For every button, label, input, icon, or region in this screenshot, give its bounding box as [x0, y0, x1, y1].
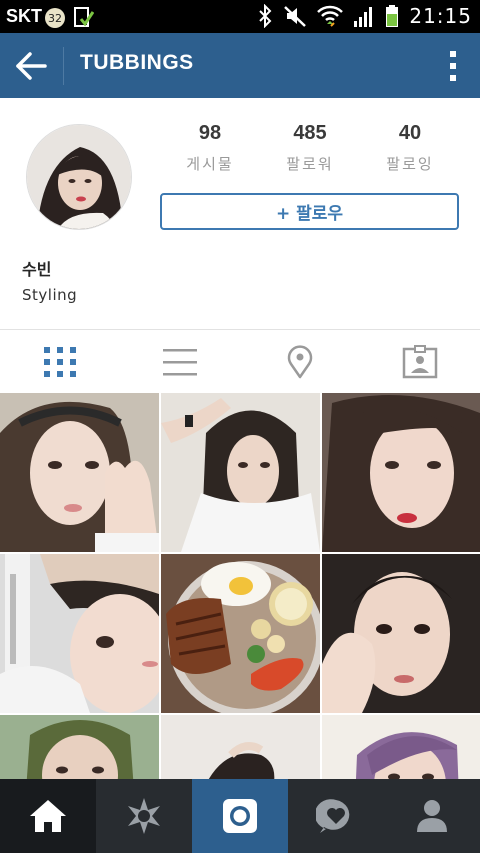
status-bar: SKT 32 21:15 [0, 0, 480, 33]
explore-icon [128, 798, 160, 834]
mute-icon [284, 6, 307, 27]
posts-label: 게시물 [186, 155, 234, 173]
location-pin-icon[interactable] [282, 345, 318, 379]
profile-header: 98 게시물 485 팔로워 40 팔로잉 + 팔로우 수빈 Styling [0, 98, 480, 330]
follow-button[interactable]: + 팔로우 [160, 193, 459, 230]
profile-stats: 98 게시물 485 팔로워 40 팔로잉 [160, 122, 460, 174]
view-tabs [0, 330, 480, 393]
followers-stat[interactable]: 485 팔로워 [260, 122, 360, 174]
grid-view-icon[interactable] [42, 345, 78, 379]
profile-bio: Styling [22, 286, 78, 304]
following-label: 팔로잉 [386, 155, 434, 173]
more-options-icon[interactable] [446, 49, 460, 83]
tagged-photos-icon[interactable] [402, 345, 438, 379]
clock: 21:15 [409, 4, 472, 28]
app-bar-divider [63, 47, 64, 85]
posts-stat[interactable]: 98 게시물 [160, 122, 260, 174]
camera-icon [223, 799, 257, 833]
photo-thumbnail[interactable] [0, 554, 159, 713]
followers-label: 팔로워 [286, 155, 334, 173]
page-title: TUBBINGS [80, 51, 194, 74]
profile-name: 수빈 [22, 260, 52, 279]
signal-icon [354, 7, 373, 27]
nav-explore[interactable] [96, 779, 192, 853]
carrier-label: SKT [6, 6, 42, 26]
app-bar: TUBBINGS [0, 33, 480, 98]
nav-activity[interactable] [288, 779, 384, 853]
home-icon [30, 800, 66, 832]
following-count: 40 [398, 122, 422, 144]
photo-thumbnail[interactable] [322, 715, 480, 779]
battery-icon [386, 5, 399, 27]
nav-profile[interactable] [384, 779, 480, 853]
following-stat[interactable]: 40 팔로잉 [360, 122, 460, 174]
bottom-nav [0, 779, 480, 853]
nav-camera[interactable] [192, 779, 288, 853]
avatar[interactable] [26, 124, 132, 230]
photo-thumbnail[interactable] [322, 393, 480, 552]
photo-thumbnail[interactable] [0, 715, 159, 779]
wifi-icon [317, 5, 344, 27]
followers-count: 485 [293, 122, 327, 144]
posts-count: 98 [198, 122, 222, 144]
photo-thumbnail[interactable] [322, 554, 480, 713]
photo-grid [0, 393, 480, 779]
profile-icon [417, 800, 447, 832]
photo-thumbnail[interactable] [161, 715, 320, 779]
photo-thumbnail[interactable] [161, 554, 320, 713]
photo-thumbnail[interactable] [161, 393, 320, 552]
list-view-icon[interactable] [162, 345, 198, 379]
photo-thumbnail[interactable] [0, 393, 159, 552]
back-arrow-icon[interactable] [14, 51, 48, 81]
svg-text:32: 32 [48, 12, 62, 25]
bluetooth-icon [259, 4, 272, 28]
activity-icon [316, 799, 350, 833]
download-complete-icon [74, 7, 94, 27]
nav-home[interactable] [0, 779, 96, 853]
notification-badge-icon: 32 [45, 8, 65, 28]
